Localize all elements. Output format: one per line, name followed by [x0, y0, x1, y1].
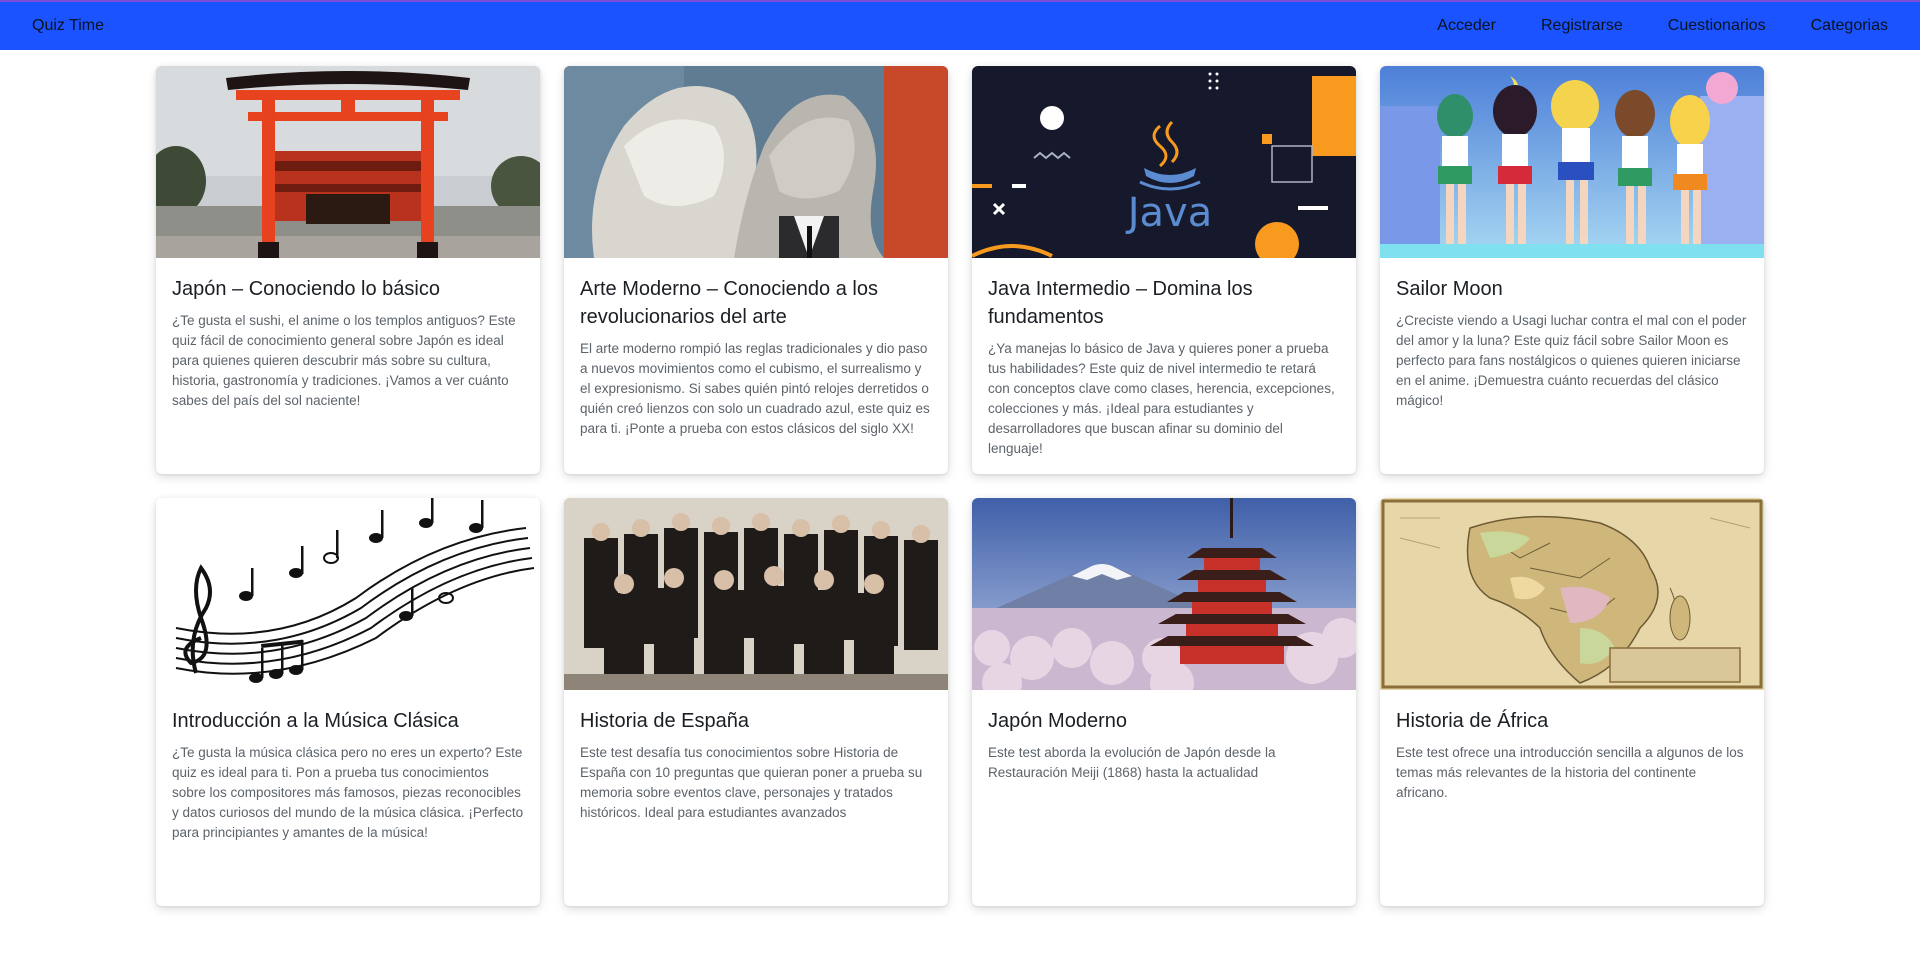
pagoda-fuji-image: [972, 498, 1356, 690]
card-body: Historia de África Este test ofrece una …: [1380, 690, 1764, 815]
card-body: Historia de España Este test desafía tus…: [564, 690, 948, 835]
quiz-card[interactable]: Introducción a la Música Clásica ¿Te gus…: [156, 498, 540, 906]
quiz-card[interactable]: Sailor Moon ¿Creciste viendo a Usagi luc…: [1380, 66, 1764, 474]
card-title: Historia de España: [580, 710, 749, 732]
sailor-moon-image: [1380, 66, 1764, 258]
quiz-card[interactable]: Historia de España Este test desafía tus…: [564, 498, 948, 906]
card-title: Arte Moderno – Conociendo a los revoluci…: [580, 278, 878, 328]
card-body: Sailor Moon ¿Creciste viendo a Usagi luc…: [1380, 258, 1764, 423]
quiz-card[interactable]: Japón – Conociendo lo básico ¿Te gusta e…: [156, 66, 540, 474]
top-navbar: Quiz Time Acceder Registrarse Cuestionar…: [0, 0, 1920, 50]
quiz-card-grid: Japón – Conociendo lo básico ¿Te gusta e…: [156, 66, 1764, 906]
card-title: Introducción a la Música Clásica: [172, 710, 459, 732]
card-body: Introducción a la Música Clásica ¿Te gus…: [156, 690, 540, 855]
svg-text:Java: Java: [1125, 190, 1213, 236]
card-description: ¿Te gusta el sushi, el anime o los templ…: [172, 313, 516, 408]
card-description: ¿Ya manejas lo básico de Java y quieres …: [988, 341, 1335, 456]
nav-link-acceder[interactable]: Acceder: [1437, 17, 1496, 35]
quiz-card[interactable]: Java Java Intermedio – Domina los fundam…: [972, 66, 1356, 474]
card-body: Arte Moderno – Conociendo a los revoluci…: [564, 258, 948, 451]
torii-gate-image: [156, 66, 540, 258]
card-body: Japón – Conociendo lo básico ¿Te gusta e…: [156, 258, 540, 423]
nav-link-categorias[interactable]: Categorias: [1811, 17, 1888, 35]
card-title: Historia de África: [1396, 710, 1549, 732]
nav-links: Acceder Registrarse Cuestionarios Catego…: [1392, 17, 1888, 35]
historic-group-photo-image: [564, 498, 948, 690]
card-title: Sailor Moon: [1396, 278, 1503, 300]
quiz-card[interactable]: Arte Moderno – Conociendo a los revoluci…: [564, 66, 948, 474]
card-body: Java Intermedio – Domina los fundamentos…: [972, 258, 1356, 471]
card-title: Japón – Conociendo lo básico: [172, 278, 440, 300]
music-notes-image: [156, 498, 540, 690]
card-body: Japón Moderno Este test aborda la evoluc…: [972, 690, 1356, 795]
nav-link-cuestionarios[interactable]: Cuestionarios: [1668, 17, 1766, 35]
lovers-painting-image: [564, 66, 948, 258]
quiz-card[interactable]: Japón Moderno Este test aborda la evoluc…: [972, 498, 1356, 906]
card-description: El arte moderno rompió las reglas tradic…: [580, 341, 930, 436]
java-logo-image: Java: [972, 66, 1356, 258]
nav-link-registrarse[interactable]: Registrarse: [1541, 17, 1623, 35]
card-description: Este test desafía tus conocimientos sobr…: [580, 745, 923, 820]
card-description: ¿Te gusta la música clásica pero no eres…: [172, 745, 524, 840]
brand-link[interactable]: Quiz Time: [32, 17, 104, 35]
card-title: Japón Moderno: [988, 710, 1127, 732]
card-title: Java Intermedio – Domina los fundamentos: [988, 278, 1253, 328]
card-description: Este test aborda la evolución de Japón d…: [988, 745, 1276, 780]
card-description: ¿Creciste viendo a Usagi luchar contra e…: [1396, 313, 1747, 408]
card-description: Este test ofrece una introducción sencil…: [1396, 745, 1744, 800]
africa-map-image: [1380, 498, 1764, 690]
quiz-card[interactable]: Historia de África Este test ofrece una …: [1380, 498, 1764, 906]
